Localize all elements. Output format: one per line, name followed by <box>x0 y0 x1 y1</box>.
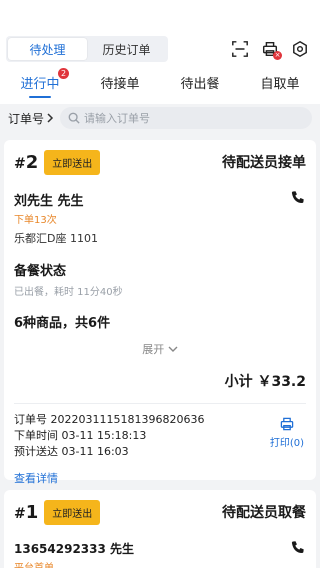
top-bar: 待处理 历史订单 × 进行中 2 待接单 待出餐 自取单 <box>0 0 320 104</box>
customer-name: 刘先生 先生 <box>14 194 84 209</box>
phone-icon[interactable] <box>290 540 306 556</box>
tab-pending-meal[interactable]: 待出餐 <box>160 68 240 98</box>
search-type-label: 订单号 <box>8 111 45 126</box>
print-label: 打印(0) <box>269 438 304 449</box>
settings-icon[interactable] <box>290 39 310 59</box>
order-subtotal: 小计 ￥33.2 <box>224 374 306 390</box>
customer-name: 13654292333 先生 <box>14 542 135 556</box>
order-segment-control: 待处理 历史订单 <box>6 36 168 62</box>
items-summary: 6种商品，共6件 <box>14 316 111 331</box>
printer-error-badge: × <box>273 51 282 60</box>
tab-label: 进行中 <box>20 77 60 92</box>
order-id: 订单号 20220311151813968206​36 <box>14 413 205 426</box>
search-input[interactable] <box>84 111 265 125</box>
chevron-down-icon <box>168 346 178 352</box>
order-number: #2 <box>14 151 39 173</box>
prep-status-detail: 已出餐，耗时 11分40秒 <box>14 287 123 298</box>
order-number-value: 1 <box>25 501 39 523</box>
view-details-link[interactable]: 查看详情 <box>14 470 306 486</box>
phone-icon[interactable] <box>290 190 306 206</box>
print-button[interactable]: 打印(0) <box>270 416 304 449</box>
search-box <box>60 107 312 129</box>
expand-items-toggle[interactable]: 展开 <box>14 341 306 357</box>
chevron-right-icon <box>47 113 54 123</box>
order-time: 下单时间 03-11 15:18:13 <box>14 429 147 442</box>
order-count: 平台首单 <box>14 559 306 568</box>
divider <box>14 403 306 404</box>
search-type-selector[interactable]: 订单号 <box>8 110 54 127</box>
search-icon <box>68 112 80 124</box>
order-status: 待配送员接单 <box>222 155 306 171</box>
search-row: 订单号 <box>0 104 320 132</box>
deliver-now-button[interactable]: 立即送出 <box>44 499 101 525</box>
expand-label: 展开 <box>142 343 165 356</box>
tab-in-progress[interactable]: 进行中 2 <box>0 68 80 98</box>
segment-pending[interactable]: 待处理 <box>8 38 87 60</box>
customer-info: 刘先生 先生 下单13次 乐都汇D座 1101 <box>14 190 306 246</box>
segment-history[interactable]: 历史订单 <box>87 38 166 60</box>
customer-address: 乐都汇D座 1101 <box>14 232 98 245</box>
estimated-delivery: 预计送达 03-11 16:03 <box>14 445 129 458</box>
tab-self-pickup[interactable]: 自取单 <box>240 68 320 98</box>
printer-icon <box>280 417 294 431</box>
order-card-header: #2 立即送出 待配送员接单 <box>14 140 306 184</box>
order-meta: 订单号 20220311151813968206​36 下单时间 03-11 1… <box>14 412 306 460</box>
printer-icon[interactable]: × <box>260 39 282 60</box>
order-status-tabs: 进行中 2 待接单 待出餐 自取单 <box>0 68 320 98</box>
order-number-value: 2 <box>25 151 39 173</box>
order-card: #2 立即送出 待配送员接单 刘先生 先生 下单13次 乐都汇D座 1101 备… <box>4 140 316 485</box>
prep-status-title: 备餐状态 <box>14 264 67 279</box>
order-number: #1 <box>14 501 39 523</box>
order-card: #1 立即送出 待配送员取餐 13654292333 先生 平台首单 <box>4 490 316 568</box>
order-card-header: #1 立即送出 待配送员取餐 <box>14 490 306 534</box>
deliver-now-button[interactable]: 立即送出 <box>44 149 101 175</box>
order-count: 下单13次 <box>14 215 57 226</box>
scan-icon[interactable] <box>230 39 250 59</box>
top-icons: × <box>230 39 310 60</box>
tab-pending-accept[interactable]: 待接单 <box>80 68 160 98</box>
customer-info: 13654292333 先生 平台首单 <box>14 540 306 568</box>
tab-badge: 2 <box>58 68 69 79</box>
order-status: 待配送员取餐 <box>222 505 306 521</box>
